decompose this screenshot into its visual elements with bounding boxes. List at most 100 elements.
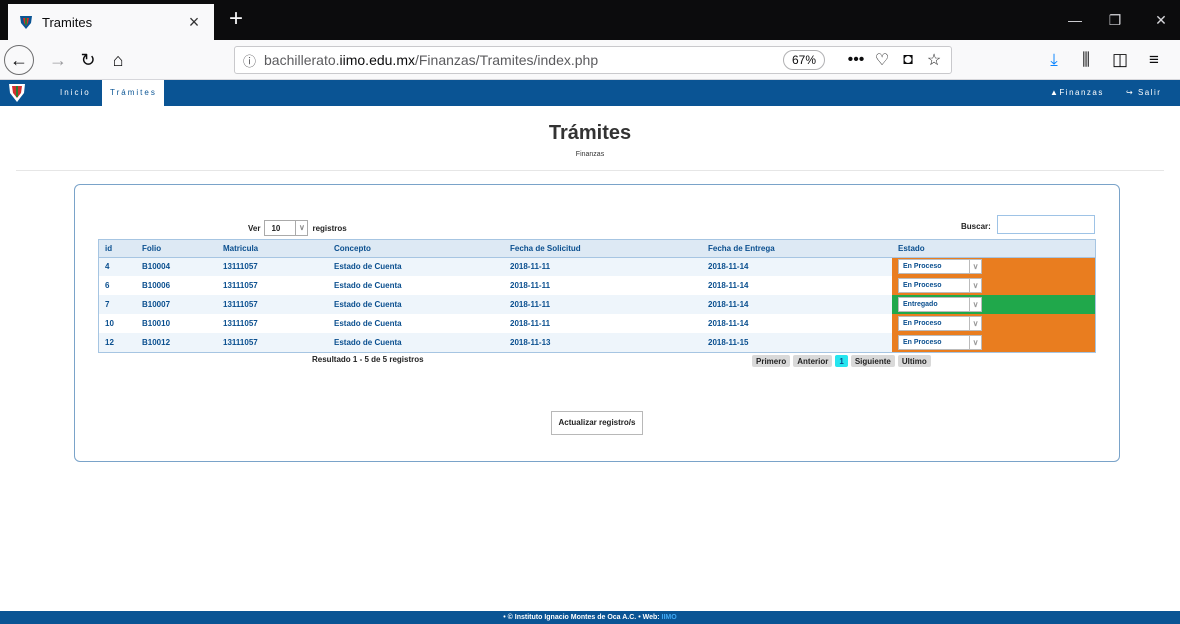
cell-concepto: Estado de Cuenta	[328, 333, 504, 352]
cell-folio: B10007	[136, 295, 217, 314]
site-info-icon[interactable]: ⓘ	[243, 51, 256, 70]
tab-close-icon[interactable]: ×	[184, 12, 204, 33]
status-value: En Proceso	[903, 282, 942, 289]
minimize-icon[interactable]: —	[1060, 8, 1090, 32]
cell-concepto: Estado de Cuenta	[328, 314, 504, 333]
cell-entrega: 2018-11-14	[702, 295, 892, 314]
cell-folio: B10010	[136, 314, 217, 333]
cell-matricula: 13111057	[217, 276, 328, 295]
page-title: Trámites	[548, 122, 632, 144]
cell-estado: Entregado ∨	[892, 295, 1095, 314]
cell-solicitud: 2018-11-13	[504, 333, 702, 352]
status-select[interactable]: En Proceso ∨	[898, 259, 982, 275]
navigation-bar: ← → ↻ ⌂ ⓘ bachillerato.iimo.edu.mx/Finan…	[0, 40, 1180, 80]
page-size-select[interactable]: 10 ∨	[264, 220, 309, 236]
chevron-down-icon: ∨	[969, 317, 981, 330]
extension-icon[interactable]: ◘	[899, 51, 917, 69]
logout-icon: ↪	[1126, 88, 1138, 97]
result-count: Resultado 1 - 5 de 5 registros	[312, 355, 424, 364]
last-page-button[interactable]: Ultimo	[897, 355, 931, 367]
column-header[interactable]: Fecha de Entrega	[702, 240, 892, 258]
tab-title: Tramites	[42, 14, 93, 30]
table-row: 6 B10006 13111057 Estado de Cuenta 2018-11-1…	[99, 276, 1095, 295]
chevron-down-icon: ∨	[969, 298, 981, 311]
nav-finanzas[interactable]: ▲Finanzas	[1050, 80, 1104, 106]
site-header: Inicio Trámites ▲Finanzas ↪ Salir	[0, 80, 1180, 106]
url-bar[interactable]: ⓘ bachillerato.iimo.edu.mx/Finanzas/Tram…	[234, 46, 952, 74]
window-close-icon[interactable]: ✕	[1146, 8, 1176, 32]
search-input[interactable]	[997, 215, 1095, 234]
cell-id: 4	[99, 257, 136, 276]
cell-matricula: 13111057	[217, 257, 328, 276]
chevron-down-icon: ∨	[969, 279, 981, 292]
cell-concepto: Estado de Cuenta	[328, 276, 504, 295]
home-icon[interactable]: ⌂	[104, 46, 132, 74]
chevron-down-icon: ∨	[969, 336, 981, 349]
site-favicon-icon	[20, 16, 32, 29]
status-select[interactable]: En Proceso ∨	[898, 335, 982, 350]
status-select[interactable]: En Proceso ∨	[898, 316, 982, 331]
previous-page-button[interactable]: Anterior	[793, 355, 833, 367]
reload-icon[interactable]: ↻	[74, 46, 102, 74]
divider	[16, 170, 1164, 171]
footer-web-link[interactable]: IIMO	[662, 614, 677, 621]
restore-icon[interactable]: ❐	[1100, 8, 1130, 32]
menu-icon[interactable]: ≡	[1140, 46, 1168, 74]
first-page-button[interactable]: Primero	[752, 355, 791, 367]
cell-id: 6	[99, 276, 136, 295]
page-actions-icon[interactable]: •••	[847, 51, 865, 69]
nav-inicio[interactable]: Inicio	[52, 80, 99, 106]
table-header-row: id Folio Matricula Concepto Fecha de Sol…	[99, 240, 1095, 258]
cell-matricula: 13111057	[217, 314, 328, 333]
cell-folio: B10004	[136, 257, 217, 276]
cell-solicitud: 2018-11-11	[504, 295, 702, 314]
back-icon[interactable]: ←	[4, 45, 34, 75]
cell-folio: B10006	[136, 276, 217, 295]
pocket-icon[interactable]: ♡	[873, 50, 891, 70]
nav-tramites[interactable]: Trámites	[102, 80, 164, 106]
tab-strip: Tramites × + — ❐ ✕	[0, 0, 1180, 40]
table-row: 7 B10007 13111057 Estado de Cuenta 2018-11-1…	[99, 295, 1095, 314]
zoom-indicator[interactable]: 67%	[782, 50, 825, 70]
sidebar-icon[interactable]: ◫	[1106, 46, 1134, 74]
cell-id: 10	[99, 314, 136, 333]
page-subtitle: Finanzas	[575, 151, 605, 158]
cell-solicitud: 2018-11-11	[504, 257, 702, 276]
cell-estado: En Proceso ∨	[892, 333, 1095, 352]
column-header[interactable]: Matricula	[217, 240, 328, 258]
column-header[interactable]: Estado	[892, 240, 1095, 258]
cell-estado: En Proceso ∨	[892, 276, 1095, 295]
status-select[interactable]: Entregado ∨	[898, 297, 982, 312]
next-page-button[interactable]: Siguiente	[850, 355, 895, 367]
cell-estado: En Proceso ∨	[892, 314, 1095, 333]
chevron-down-icon: ∨	[969, 260, 981, 274]
nav-salir[interactable]: ↪ Salir	[1126, 80, 1161, 106]
table-row: 12 B10012 13111057 Estado de Cuenta 2018-11-…	[99, 333, 1095, 352]
download-icon[interactable]: ⤓	[1040, 46, 1068, 74]
cell-id: 12	[99, 333, 136, 352]
footer-text: • © Instituto Ignacio Montes de Oca A.C.…	[503, 614, 662, 621]
column-header[interactable]: id	[99, 240, 136, 258]
bookmark-star-icon[interactable]: ☆	[925, 50, 943, 70]
cell-matricula: 13111057	[217, 333, 328, 352]
cell-estado: En Proceso ∨	[892, 257, 1095, 276]
site-logo-icon[interactable]	[8, 83, 26, 103]
status-value: En Proceso	[903, 339, 942, 346]
new-tab-button[interactable]: +	[222, 6, 250, 34]
status-value: Entregado	[903, 301, 938, 308]
column-header[interactable]: Concepto	[328, 240, 504, 258]
cell-solicitud: 2018-11-11	[504, 314, 702, 333]
chevron-down-icon: ∨	[295, 221, 307, 235]
current-page-button[interactable]: 1	[835, 355, 848, 367]
status-select[interactable]: En Proceso ∨	[898, 278, 982, 293]
cell-concepto: Estado de Cuenta	[328, 295, 504, 314]
cell-concepto: Estado de Cuenta	[328, 257, 504, 276]
library-icon[interactable]: ⫼	[1072, 46, 1100, 74]
cell-entrega: 2018-11-14	[702, 257, 892, 276]
table-row: 10 B10010 13111057 Estado de Cuenta 2018-11-…	[99, 314, 1095, 333]
column-header[interactable]: Fecha de Solicitud	[504, 240, 702, 258]
column-header[interactable]: Folio	[136, 240, 217, 258]
forward-icon[interactable]: →	[44, 46, 72, 74]
browser-tab[interactable]: Tramites ×	[8, 4, 214, 40]
update-records-button[interactable]: Actualizar registro/s	[551, 411, 643, 435]
